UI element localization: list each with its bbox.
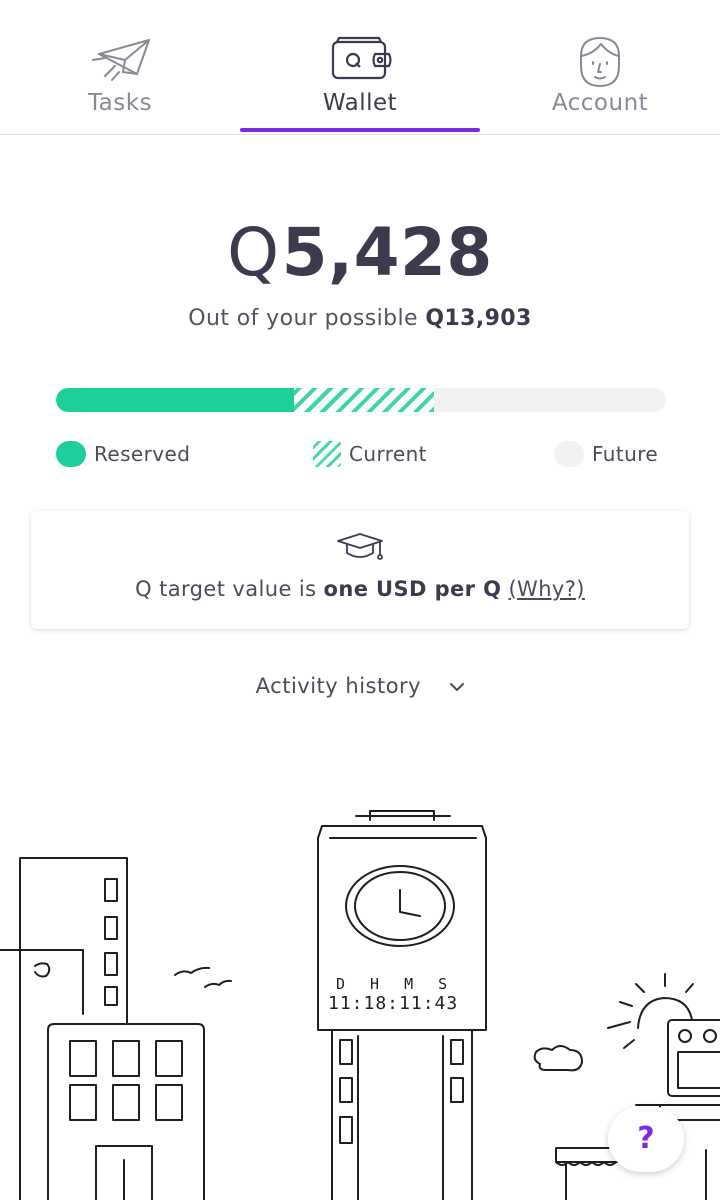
paper-plane-icon (92, 39, 150, 81)
q-target-info-card: Q target value is one USD per Q (Why?) (31, 511, 689, 629)
balance-progress-bar (56, 388, 666, 412)
graduation-cap-icon (337, 533, 383, 560)
question-icon: ? (637, 1121, 655, 1156)
legend-future: Future (554, 440, 658, 468)
possible-symbol: Q (425, 306, 445, 331)
progress-current (293, 388, 435, 412)
activity-history-label: Activity history (255, 674, 422, 698)
legend-reserved: Reserved (56, 440, 190, 468)
legend-current-label: Current (349, 442, 427, 466)
wallet-icon (331, 36, 392, 80)
face-icon (580, 37, 620, 87)
tab-tasks[interactable]: Tasks (0, 0, 240, 134)
countdown-time: 11:18:11:43 (328, 993, 459, 1014)
legend-reserved-label: Reserved (94, 442, 191, 466)
q-target-bold: one USD per Q (323, 577, 502, 601)
tab-wallet[interactable]: Wallet (240, 0, 480, 134)
current-swatch (313, 441, 341, 467)
tab-account-label: Account (551, 90, 649, 116)
q-target-prefix: Q target value is (135, 577, 317, 601)
wallet-balance: Q5,428 (0, 214, 720, 291)
why-link[interactable]: (Why?) (508, 577, 584, 601)
legend-current: Current (313, 440, 427, 468)
countdown-clock: D H M S 11:18:11:43 (328, 975, 478, 1014)
balance-value: 5,428 (281, 214, 493, 291)
tab-tasks-label: Tasks (87, 90, 153, 116)
tab-wallet-label: Wallet (322, 90, 398, 116)
progress-reserved (56, 388, 294, 412)
active-tab-indicator (240, 128, 480, 132)
tab-bar: Tasks Wallet Account (0, 0, 720, 135)
chevron-down-icon (450, 683, 465, 691)
legend-future-label: Future (592, 442, 659, 466)
tab-account[interactable]: Account (480, 0, 720, 134)
reserved-swatch (56, 441, 86, 467)
possible-prefix: Out of your possible (188, 306, 418, 331)
possible-balance: Out of your possible Q13,903 (0, 306, 720, 331)
possible-value: 13,903 (444, 306, 532, 331)
currency-symbol: Q (227, 214, 280, 291)
help-button[interactable]: ? (608, 1106, 684, 1172)
q-target-text: Q target value is one USD per Q (Why?) (31, 577, 689, 601)
future-swatch (554, 441, 584, 467)
activity-history-toggle[interactable]: Activity history (0, 674, 720, 698)
countdown-units: D H M S (336, 975, 456, 993)
